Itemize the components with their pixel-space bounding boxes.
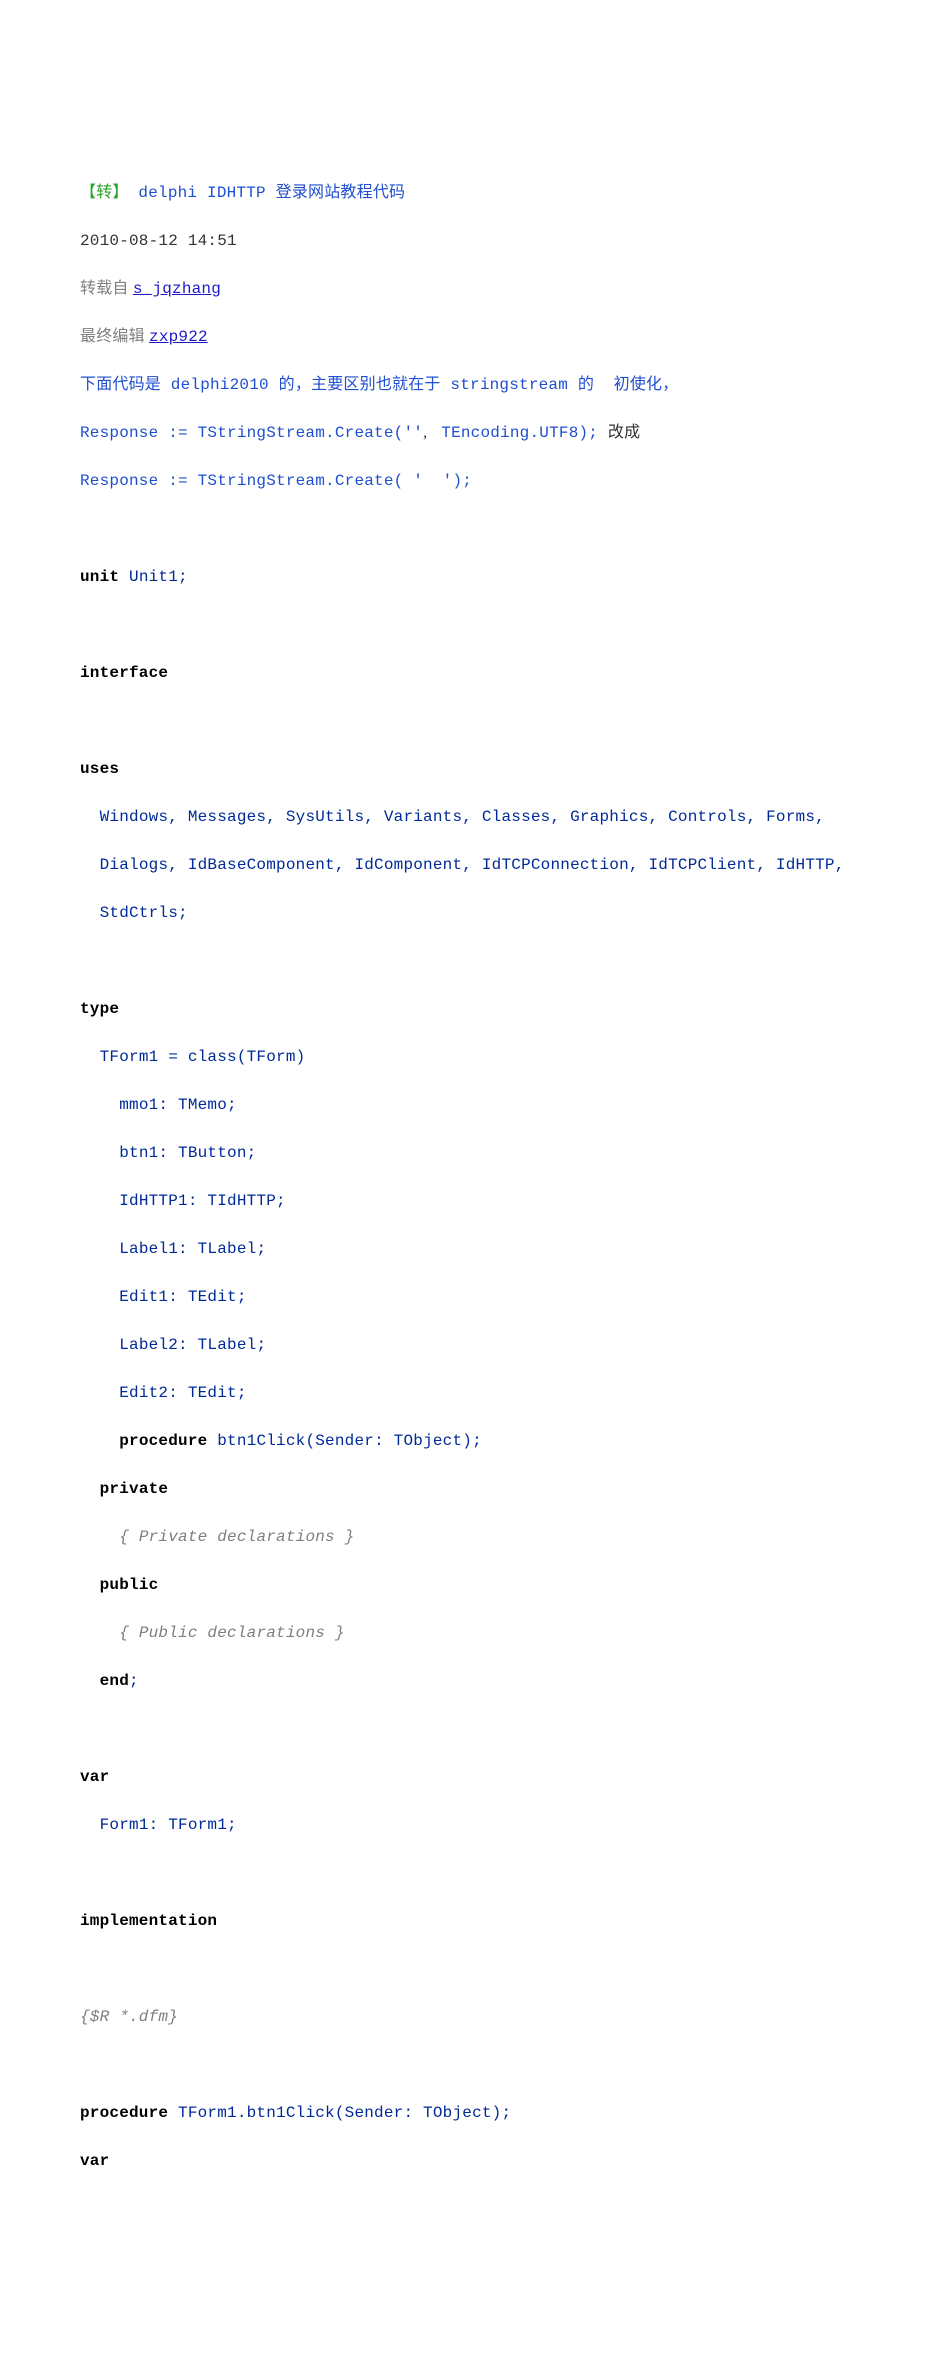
- keyword-var: var: [80, 1768, 109, 1786]
- code-text: Response := TStringStream.Create( ' ');: [80, 469, 865, 493]
- keyword-procedure: procedure: [80, 1432, 207, 1450]
- uses-list: StdCtrls;: [80, 901, 865, 925]
- keyword-interface: interface: [80, 664, 168, 682]
- comment-line: { Private declarations }: [80, 1525, 865, 1549]
- keyword-uses: uses: [80, 760, 119, 778]
- unit-name: Unit1;: [119, 568, 188, 586]
- date-line: 2010-08-12 14:51: [80, 229, 865, 253]
- tag-bracket: 【转】: [80, 184, 129, 202]
- class-open: TForm1 = class(TForm): [80, 1045, 865, 1069]
- keyword-public: public: [80, 1576, 158, 1594]
- reprint-label: 转载自: [80, 280, 133, 297]
- code-text: 改成: [608, 424, 640, 441]
- keyword-procedure: procedure: [80, 2104, 168, 2122]
- keyword-end: end: [80, 1672, 129, 1690]
- uses-list: Windows, Messages, SysUtils, Variants, C…: [80, 805, 865, 829]
- var-decl: Form1: TForm1;: [80, 1813, 865, 1837]
- keyword-var: var: [80, 2152, 109, 2170]
- keyword-unit: unit: [80, 568, 119, 586]
- field-decl: Label1: TLabel;: [80, 1237, 865, 1261]
- keyword-implementation: implementation: [80, 1912, 217, 1930]
- edit-label: 最终编辑: [80, 328, 149, 345]
- semicolon: ;: [129, 1672, 139, 1690]
- field-decl: Edit2: TEdit;: [80, 1381, 865, 1405]
- keyword-private: private: [80, 1480, 168, 1498]
- proc-signature: btn1Click(Sender: TObject);: [207, 1432, 481, 1450]
- page-title: delphi IDHTTP 登录网站教程代码: [129, 184, 406, 202]
- edit-link[interactable]: zxp922: [149, 328, 208, 346]
- field-decl: btn1: TButton;: [80, 1141, 865, 1165]
- code-text: Response := TStringStream.Create('': [80, 424, 423, 442]
- description-line: 下面代码是 delphi2010 的，主要区别也就在于 stringstream…: [80, 373, 865, 397]
- directive-line: {$R *.dfm}: [80, 2005, 865, 2029]
- code-text: TEncoding.UTF8);: [431, 424, 607, 442]
- keyword-type: type: [80, 1000, 119, 1018]
- proc-signature: TForm1.btn1Click(Sender: TObject);: [168, 2104, 511, 2122]
- field-decl: IdHTTP1: TIdHTTP;: [80, 1189, 865, 1213]
- field-decl: Edit1: TEdit;: [80, 1285, 865, 1309]
- uses-list: Dialogs, IdBaseComponent, IdComponent, I…: [80, 853, 865, 877]
- comment-line: { Public declarations }: [80, 1621, 865, 1645]
- reprint-link[interactable]: s_jqzhang: [133, 280, 221, 298]
- field-decl: mmo1: TMemo;: [80, 1093, 865, 1117]
